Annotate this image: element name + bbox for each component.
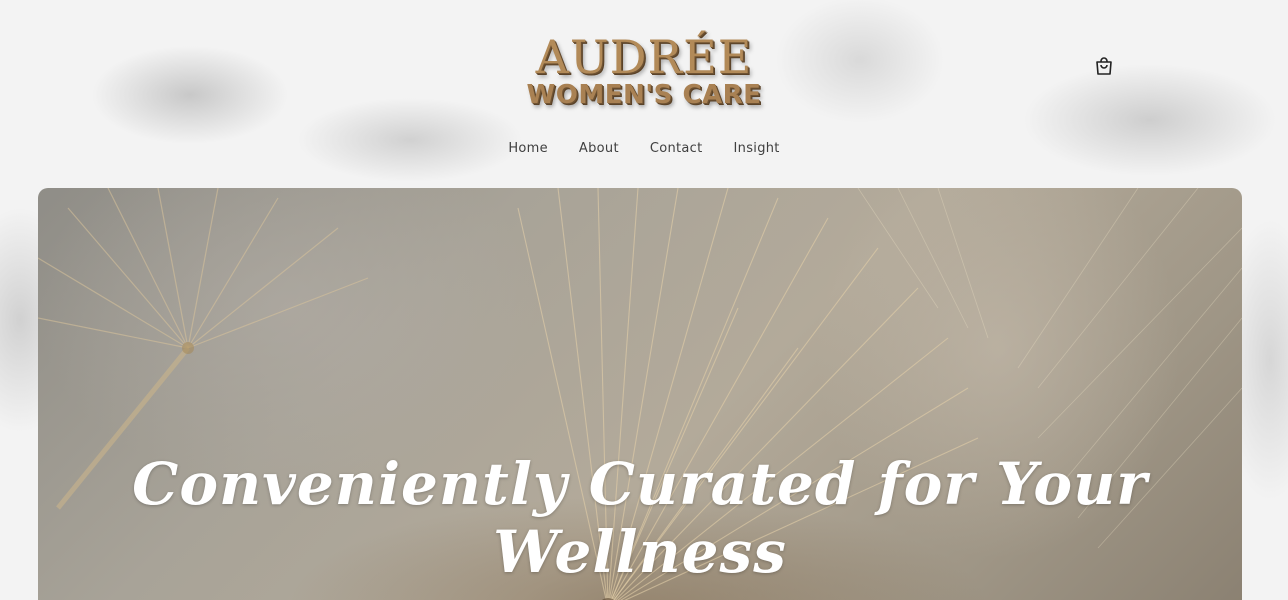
hero-title: Conveniently Curated for Your Wellness	[132, 450, 1148, 586]
nav-home[interactable]: Home	[508, 141, 548, 156]
hero-banner: Conveniently Curated for Your Wellness	[38, 188, 1242, 600]
brand-logo-tagline: WOMEN'S CARE	[526, 80, 762, 110]
nav-contact[interactable]: Contact	[650, 141, 703, 156]
main-nav: Home About Contact Insight	[0, 141, 1288, 156]
nav-about[interactable]: About	[579, 141, 619, 156]
cart-button[interactable]	[1093, 55, 1115, 77]
nav-insight[interactable]: Insight	[734, 141, 780, 156]
shopping-bag-icon	[1096, 57, 1112, 75]
page: AUDRÉE WOMEN'S CARE Home About Contact I…	[0, 0, 1288, 600]
